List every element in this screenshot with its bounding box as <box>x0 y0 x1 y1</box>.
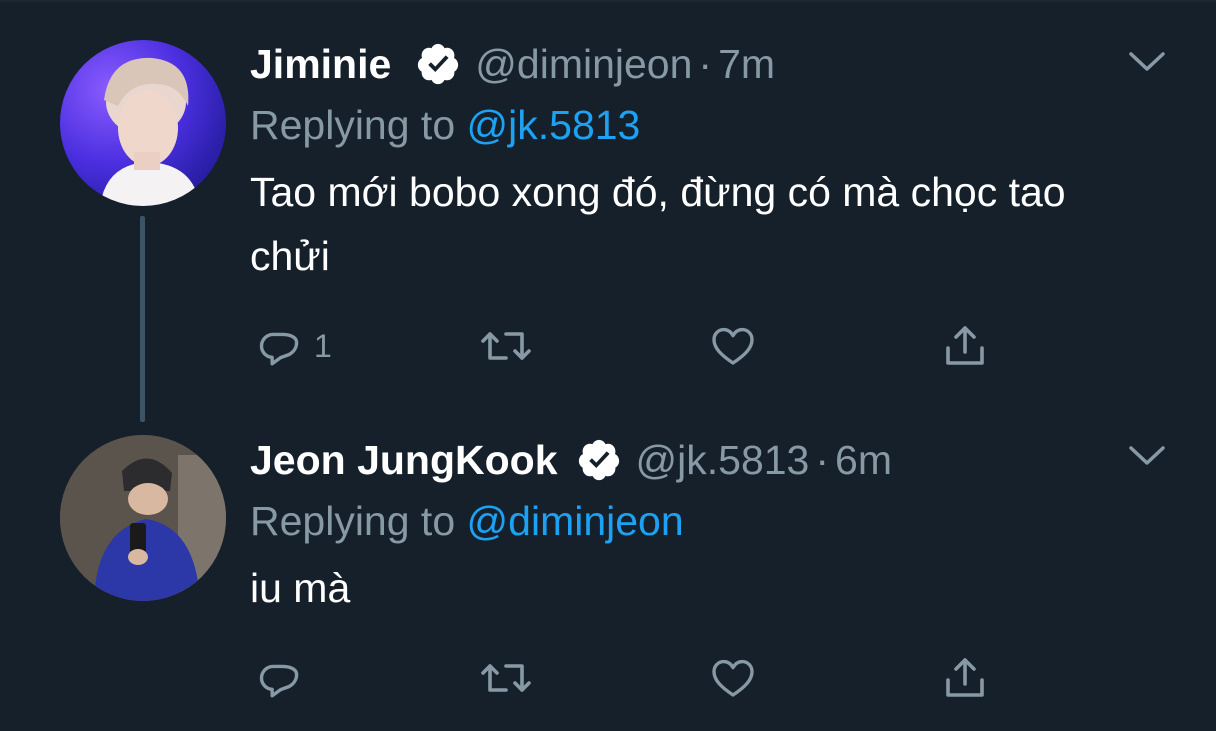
tweet-header: Jiminie @diminjeon · 7m <box>250 36 1176 92</box>
like-button[interactable] <box>708 318 758 374</box>
timestamp[interactable]: 7m <box>718 41 775 88</box>
like-icon <box>708 322 758 370</box>
tweet-content: Jiminie @diminjeon · 7m Replying to @jk.… <box>250 36 1176 288</box>
share-button[interactable] <box>940 650 990 706</box>
retweet-icon <box>478 322 534 370</box>
mention-link[interactable]: @jk.5813 <box>467 102 641 148</box>
share-icon <box>940 654 990 702</box>
like-icon <box>708 654 758 702</box>
timestamp[interactable]: 6m <box>835 437 892 484</box>
retweet-button[interactable] <box>478 318 534 374</box>
mention-link[interactable]: @diminjeon <box>467 498 684 544</box>
user-handle[interactable]: @diminjeon <box>475 41 692 88</box>
reply-button[interactable]: 1 <box>254 318 332 374</box>
reply-icon <box>254 322 302 370</box>
chevron-down-icon[interactable] <box>1128 444 1166 468</box>
tweet-content: Jeon JungKook @jk.5813 · 6m Replying to … <box>250 432 1176 620</box>
verified-badge-icon <box>576 437 622 483</box>
user-handle[interactable]: @jk.5813 <box>636 437 810 484</box>
replying-prefix: Replying to <box>250 102 456 148</box>
reply-count: 1 <box>314 327 332 364</box>
retweet-icon <box>478 654 534 702</box>
separator-dot: · <box>815 436 830 483</box>
tweet-text: Tao mới bobo xong đó, đừng có mà chọc ta… <box>250 169 1066 279</box>
chevron-down-icon[interactable] <box>1128 50 1166 74</box>
display-name[interactable]: Jeon JungKook <box>250 437 558 484</box>
thread-connector <box>140 216 145 422</box>
reply-icon <box>254 654 302 702</box>
like-button[interactable] <box>708 650 758 706</box>
share-icon <box>940 322 990 370</box>
reply-button[interactable] <box>254 650 302 706</box>
retweet-button[interactable] <box>478 650 534 706</box>
tweet-header: Jeon JungKook @jk.5813 · 6m <box>250 432 1176 488</box>
replying-to-line: Replying to @diminjeon <box>250 492 1176 550</box>
tweet-actions <box>250 650 1010 706</box>
share-button[interactable] <box>940 318 990 374</box>
avatar[interactable] <box>60 435 226 601</box>
replying-to-line: Replying to @jk.5813 <box>250 96 1176 154</box>
display-name[interactable]: Jiminie <box>250 41 391 88</box>
tweet-text: iu mà <box>250 565 351 611</box>
tweet-actions: 1 <box>250 318 1010 374</box>
avatar[interactable] <box>60 40 226 206</box>
replying-prefix: Replying to <box>250 498 456 544</box>
verified-badge-icon <box>415 41 461 87</box>
separator-dot: · <box>698 40 713 87</box>
